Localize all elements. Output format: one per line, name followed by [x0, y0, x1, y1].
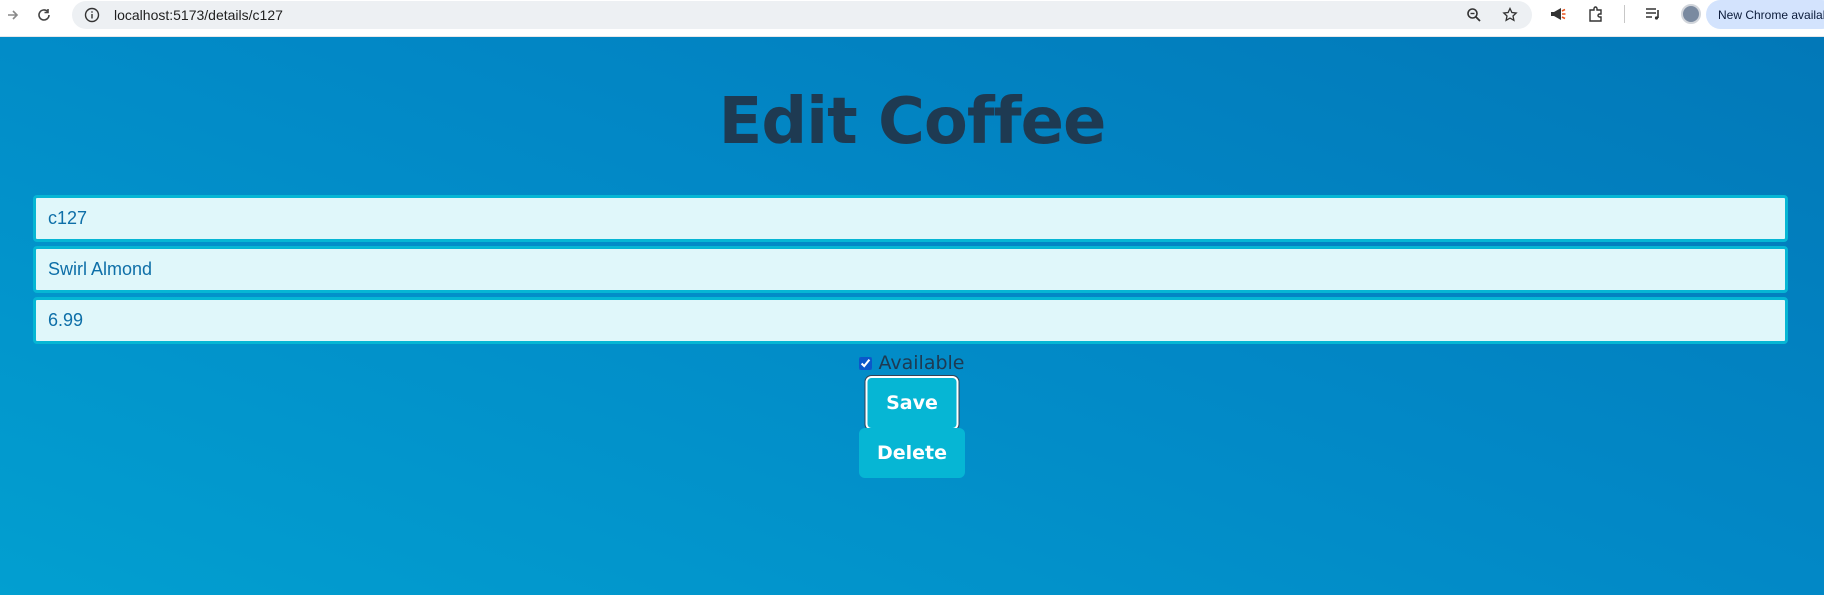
- available-checkbox-row[interactable]: Available: [0, 352, 1824, 374]
- profile-avatar[interactable]: [1681, 4, 1701, 24]
- site-info-icon[interactable]: [82, 5, 102, 25]
- browser-toolbar: localhost:5173/details/c127 New Chrome a…: [0, 0, 1824, 37]
- extensions-icon[interactable]: [1586, 4, 1606, 24]
- megaphone-icon[interactable]: [1548, 4, 1568, 24]
- edit-coffee-page: Edit Coffee Available Save Delete: [0, 37, 1824, 595]
- url-text[interactable]: localhost:5173/details/c127: [114, 7, 283, 23]
- address-bar[interactable]: localhost:5173/details/c127: [72, 1, 1532, 29]
- available-label: Available: [878, 352, 965, 374]
- available-checkbox[interactable]: [859, 356, 873, 370]
- coffee-price-input[interactable]: [33, 297, 1788, 344]
- save-button[interactable]: Save: [865, 376, 959, 430]
- coffee-id-input[interactable]: [33, 195, 1788, 242]
- reading-list-icon[interactable]: [1643, 4, 1663, 24]
- chrome-update-label: New Chrome available: [1718, 7, 1824, 22]
- forward-arrow-icon[interactable]: [0, 2, 26, 28]
- chrome-update-chip[interactable]: New Chrome available: [1706, 0, 1824, 29]
- toolbar-separator: [1624, 5, 1625, 23]
- zoom-icon[interactable]: [1464, 5, 1484, 25]
- delete-button[interactable]: Delete: [859, 428, 965, 478]
- reload-icon[interactable]: [31, 2, 57, 28]
- page-title: Edit Coffee: [718, 85, 1107, 159]
- coffee-name-input[interactable]: [33, 246, 1788, 293]
- star-icon[interactable]: [1500, 5, 1520, 25]
